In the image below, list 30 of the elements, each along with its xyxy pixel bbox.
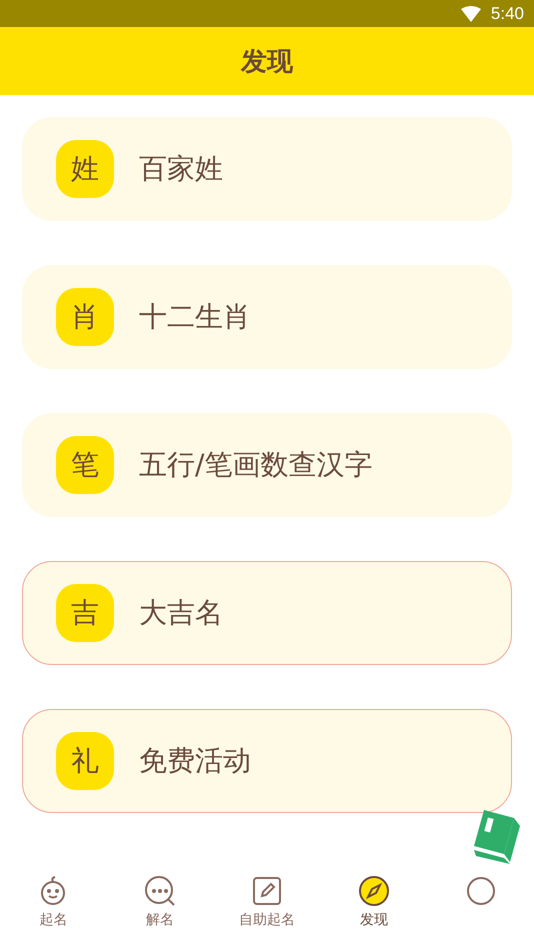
card-label: 十二生肖 [139,299,251,335]
nav-tab[interactable]: 起名 [0,869,107,949]
card-label: 免费活动 [139,743,251,779]
badge-icon: 礼 [56,732,114,790]
card-label: 五行/笔画数查汉字 [139,447,372,483]
nav-tab[interactable]: 自助起名 [214,869,320,949]
card-label: 大吉名 [139,595,223,631]
tab-label: 发现 [360,911,388,929]
tab-label: 解名 [146,911,174,929]
compass-icon [358,875,390,907]
circle-icon [464,875,497,907]
status-time: 5:40 [490,4,524,24]
menu-card[interactable]: 礼 免费活动 [22,709,512,813]
nav-tab[interactable]: 发现 [320,869,428,949]
badge-icon: 笔 [56,436,114,494]
menu-card[interactable]: 姓 百家姓 [22,117,512,221]
menu-card[interactable]: 笔 五行/笔画数查汉字 [22,413,512,517]
badge-icon: 吉 [56,584,114,642]
nav-tab[interactable]: 解名 [106,869,214,949]
wifi-icon [460,6,481,22]
tab-label: 起名 [39,911,68,929]
badge-icon: 肖 [56,288,114,346]
page-title: 发现 [241,46,293,78]
menu-card[interactable]: 吉 大吉名 [22,561,512,665]
card-label: 百家姓 [139,151,223,187]
menu-card[interactable]: 肖 十二生肖 [22,265,512,369]
tab-label: 自助起名 [238,911,295,929]
edit-icon [250,875,283,907]
badge-icon: 姓 [56,140,114,198]
chat-bubble-icon [144,875,176,907]
